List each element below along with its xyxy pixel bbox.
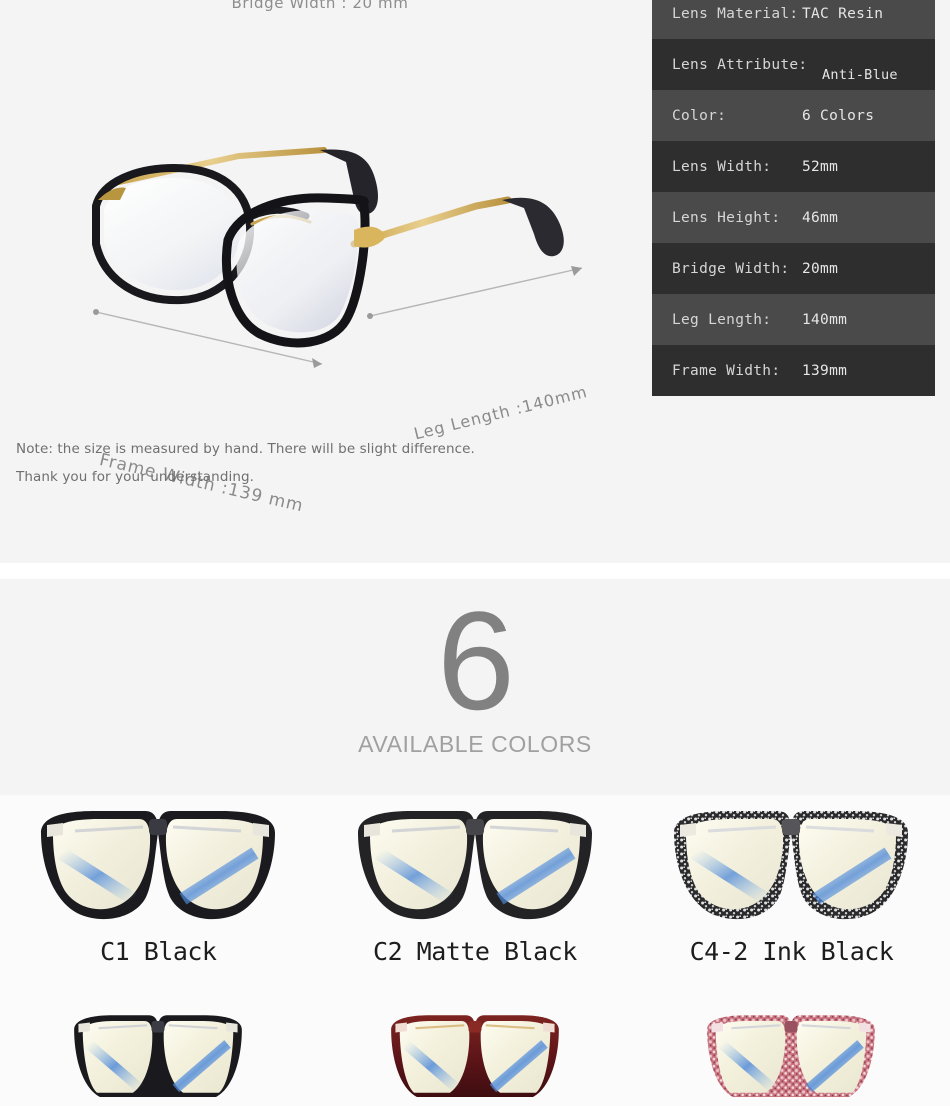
glasses-dimension-illustration: Frame Width :139 mm Leg Length :140mm [24,120,624,516]
spec-key: Bridge Width: [672,260,790,277]
spec-value: 52mm [802,158,839,175]
color-variant-row-1: C1 Black C2 Matte Black C4-2 Ink Black [0,803,950,1011]
color-variant-row2-wine-red[interactable] [317,1011,634,1106]
spec-row-lens-width: Lens Width: 52mm [652,141,935,192]
spec-row-lens-material: Lens Material: TAC Resin [652,0,935,39]
color-variant-row2-black[interactable] [0,1011,317,1106]
measurement-note-line-1: Note: the size is measured by hand. Ther… [16,441,475,457]
color-variant-c4-2-ink-black[interactable]: C4-2 Ink Black [633,803,950,1011]
spec-row-frame-width: Frame Width: 139mm [652,345,935,396]
spec-value: Anti-Blue [822,67,898,83]
measurement-note-line-2: Thank you for your understanding. [16,469,255,485]
glasses-front-view-icon [391,1015,559,1097]
spec-value: 139mm [802,362,848,379]
glasses-front-view-icon [357,811,592,920]
color-variant-label: C4-2 Ink Black [689,937,894,966]
spec-value: 6 Colors [802,107,875,124]
spec-row-color: Color: 6 Colors [652,90,935,141]
color-variant-label: C2 Matte Black [373,937,577,966]
specification-table: Lens Material: TAC Resin Lens Attribute:… [652,0,935,396]
specification-section: Bridge Width : 20 mm Frame Width:139 mm… [0,0,950,563]
spec-key: Lens Attribute: [672,56,808,73]
color-variant-row-2 [0,1011,950,1106]
glasses-front-view-icon [707,1015,876,1097]
spec-row-lens-height: Lens Height: 46mm [652,192,935,243]
spec-key: Frame Width: [672,362,781,379]
product-detail-page: Bridge Width : 20 mm Frame Width:139 mm… [0,0,950,1106]
spec-value: TAC Resin [802,5,884,22]
spec-key: Lens Height: [672,209,781,226]
spec-value: 46mm [802,209,839,226]
spec-row-lens-attribute: Lens Attribute: Anti-Blue [652,39,935,90]
spec-row-leg-length: Leg Length: 140mm [652,294,935,345]
spec-key: Leg Length: [672,311,772,328]
spec-key: Color: [672,107,727,124]
color-variant-row2-floral-pink[interactable] [633,1011,950,1106]
color-variant-c1-black[interactable]: C1 Black [0,803,317,1011]
spec-key: Lens Width: [672,158,772,175]
color-variant-c2-matte-black[interactable]: C2 Matte Black [317,803,634,1011]
color-variant-label: C1 Black [100,937,217,966]
bridge-width-caption: Bridge Width : 20 mm [231,0,409,12]
color-count-number: 6 [437,582,515,739]
color-variant-grid: C1 Black C2 Matte Black C4-2 Ink Black [0,795,950,1106]
spec-row-bridge-width: Bridge Width: 20mm [652,243,935,294]
spec-value: 20mm [802,260,839,277]
glasses-side-view-svg [92,147,583,368]
section-divider [0,563,950,579]
available-colors-header: 6 AVAILABLE COLORS [0,579,950,795]
glasses-front-view-icon [74,1015,243,1097]
glasses-front-view-icon [674,811,909,920]
glasses-front-view-icon [41,811,276,920]
spec-key: Lens Material: [672,5,799,22]
spec-value: 140mm [802,311,848,328]
available-colors-subtitle: AVAILABLE COLORS [358,731,592,757]
